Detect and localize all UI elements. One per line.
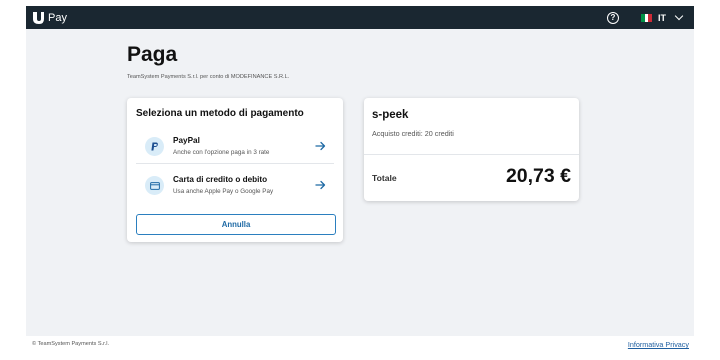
purchase-description: Acquisto crediti: 20 crediti — [372, 129, 454, 138]
payment-method-name: Carta di credito o debito — [173, 175, 268, 184]
cancel-button[interactable]: Annulla — [136, 214, 336, 235]
credit-card-icon — [145, 176, 164, 195]
payment-method-description: Usa anche Apple Pay o Google Pay — [173, 188, 274, 195]
order-summary-card: s-peek Acquisto crediti: 20 crediti Tota… — [364, 98, 579, 201]
payment-method-card[interactable]: Carta di credito o debito Usa anche Appl… — [136, 167, 334, 203]
chevron-down-icon[interactable] — [674, 11, 684, 21]
payment-method-paypal[interactable]: PayPal Anche con l'opzione paga in 3 rat… — [136, 128, 334, 164]
page-frame: Pay ? IT Paga TeamSystem Payments S.r.l.… — [26, 6, 694, 336]
paypal-glyph — [150, 142, 158, 151]
help-icon[interactable]: ? — [607, 11, 619, 24]
page-subtitle: TeamSystem Payments S.r.l. per conto di … — [127, 74, 290, 80]
arrow-right-icon[interactable] — [315, 141, 326, 151]
flag-stripe-red — [648, 13, 653, 22]
total-label: Totale — [372, 173, 397, 183]
credit-card-glyph — [149, 181, 160, 190]
arrow-right-icon[interactable] — [315, 180, 326, 190]
footer-copyright: © TeamSystem Payments S.r.l. — [32, 341, 110, 347]
payment-method-name: PayPal — [173, 136, 200, 145]
payment-methods-heading: Seleziona un metodo di pagamento — [136, 108, 304, 119]
paypal-icon — [145, 137, 164, 156]
merchant-name: s-peek — [372, 109, 409, 121]
teamsystem-logo-icon — [33, 12, 44, 24]
top-bar: Pay ? IT — [26, 6, 694, 29]
privacy-link[interactable]: Informativa Privacy — [628, 340, 689, 349]
header-actions: ? IT — [607, 6, 684, 29]
language-selector[interactable]: IT — [658, 13, 666, 23]
total-amount: 20,73 € — [505, 165, 571, 187]
payment-method-description: Anche con l'opzione paga in 3 rate — [173, 149, 270, 156]
logo[interactable]: Pay — [32, 11, 67, 24]
italy-flag-icon — [641, 13, 653, 22]
divider — [364, 154, 579, 155]
app-name: Pay — [48, 11, 67, 24]
page-title: Paga — [127, 43, 178, 66]
payment-methods-card: Seleziona un metodo di pagamento PayPal … — [127, 98, 343, 242]
